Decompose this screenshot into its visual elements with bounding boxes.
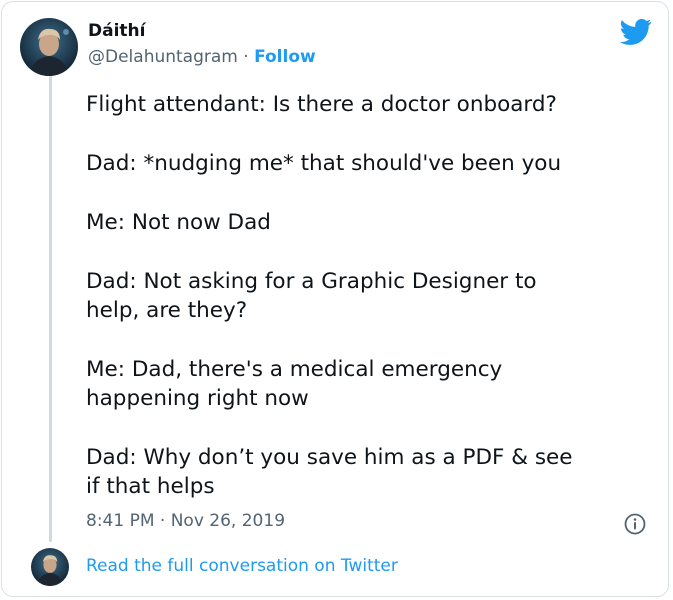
- twitter-bird-icon[interactable]: [620, 18, 652, 46]
- tweet-paragraph: Me: Dad, there's a medical emergency hap…: [86, 357, 503, 411]
- author-avatar[interactable]: [20, 18, 78, 76]
- thread-line: [49, 76, 52, 542]
- read-full-conversation-link[interactable]: Read the full conversation on Twitter: [86, 556, 398, 576]
- tweet-timestamp[interactable]: 8:41 PM · Nov 26, 2019: [86, 511, 285, 531]
- tweet-paragraph: Me: Not now Dad: [86, 210, 271, 235]
- author-display-name[interactable]: Dáithí: [88, 21, 145, 41]
- tweet-date: Nov 26, 2019: [170, 511, 286, 531]
- tweet-text: Flight attendant: Is there a doctor onbo…: [86, 90, 656, 531]
- tweet-paragraph: Dad: Not asking for a Graphic Designer t…: [86, 269, 537, 323]
- timestamp-separator: ·: [159, 511, 166, 531]
- handle-separator: ·: [243, 47, 249, 67]
- author-handle[interactable]: @Delahuntagram: [88, 47, 238, 67]
- tweet-time: 8:41 PM: [86, 511, 155, 531]
- tweet-paragraph: Flight attendant: Is there a doctor onbo…: [86, 92, 557, 117]
- tweet-paragraph: Dad: *nudging me* that should've been yo…: [86, 151, 562, 176]
- tweet-paragraph: Dad: Why don’t you save him as a PDF & s…: [86, 445, 573, 499]
- follow-button[interactable]: Follow: [254, 47, 316, 67]
- info-icon[interactable]: [624, 513, 646, 535]
- reply-avatar[interactable]: [31, 548, 69, 586]
- author-handle-row: @Delahuntagram · Follow: [88, 47, 316, 67]
